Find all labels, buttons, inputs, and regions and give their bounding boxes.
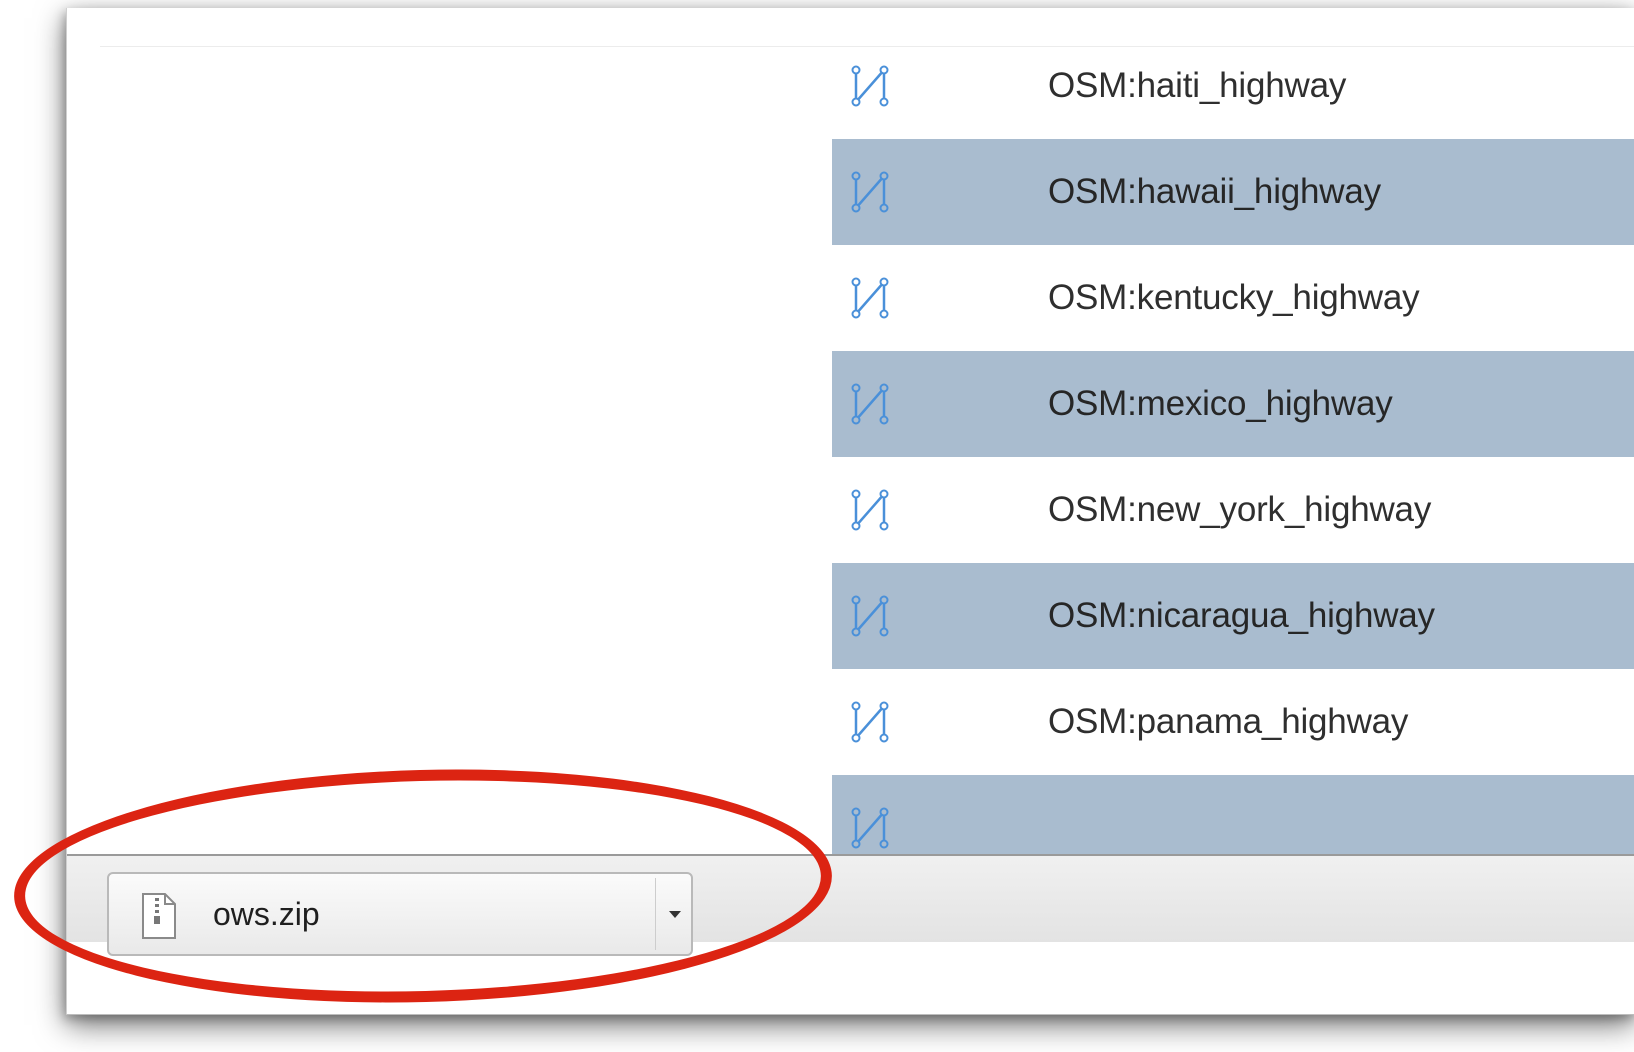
- layer-row[interactable]: OSM:new_york_highway: [832, 457, 1634, 563]
- line-geometry-icon: [851, 807, 889, 849]
- line-geometry-icon: [851, 383, 889, 425]
- zip-file-icon: [142, 893, 176, 939]
- layer-name[interactable]: OSM:new_york_highway: [1048, 490, 1431, 530]
- line-geometry-icon: [851, 489, 889, 531]
- layer-row[interactable]: OSM:panama_highway: [832, 669, 1634, 775]
- layer-list: OSM:haiti_highway OSM:hawaii_highway OSM…: [832, 47, 1634, 855]
- layer-name[interactable]: OSM:nicaragua_highway: [1048, 596, 1435, 636]
- layer-name[interactable]: OSM:panama_highway: [1048, 702, 1408, 742]
- layer-name[interactable]: OSM:kentucky_highway: [1048, 278, 1420, 318]
- dropdown-arrow-icon: [669, 910, 681, 918]
- layer-row[interactable]: OSM:kentucky_highway: [832, 245, 1634, 351]
- download-file-name[interactable]: ows.zip: [213, 896, 320, 933]
- layer-row[interactable]: OSM:hawaii_highway: [832, 139, 1634, 245]
- line-geometry-icon: [851, 277, 889, 319]
- line-geometry-icon: [851, 65, 889, 107]
- layer-row[interactable]: OSM:haiti_highway: [832, 47, 1634, 139]
- download-item[interactable]: ows.zip: [107, 872, 693, 956]
- layer-row[interactable]: OSM:mexico_highway: [832, 351, 1634, 457]
- line-geometry-icon: [851, 701, 889, 743]
- layer-name[interactable]: OSM:haiti_highway: [1048, 66, 1346, 106]
- download-shelf: ows.zip: [67, 854, 1634, 956]
- layer-name[interactable]: OSM:hawaii_highway: [1048, 172, 1381, 212]
- line-geometry-icon: [851, 595, 889, 637]
- layer-name[interactable]: OSM:mexico_highway: [1048, 384, 1393, 424]
- download-menu-button[interactable]: [657, 874, 693, 954]
- page-content: OSM:haiti_highway OSM:hawaii_highway OSM…: [100, 46, 1634, 855]
- layer-row[interactable]: OSM:nicaragua_highway: [832, 563, 1634, 669]
- line-geometry-icon: [851, 171, 889, 213]
- layer-row[interactable]: [832, 775, 1634, 855]
- divider: [655, 878, 656, 950]
